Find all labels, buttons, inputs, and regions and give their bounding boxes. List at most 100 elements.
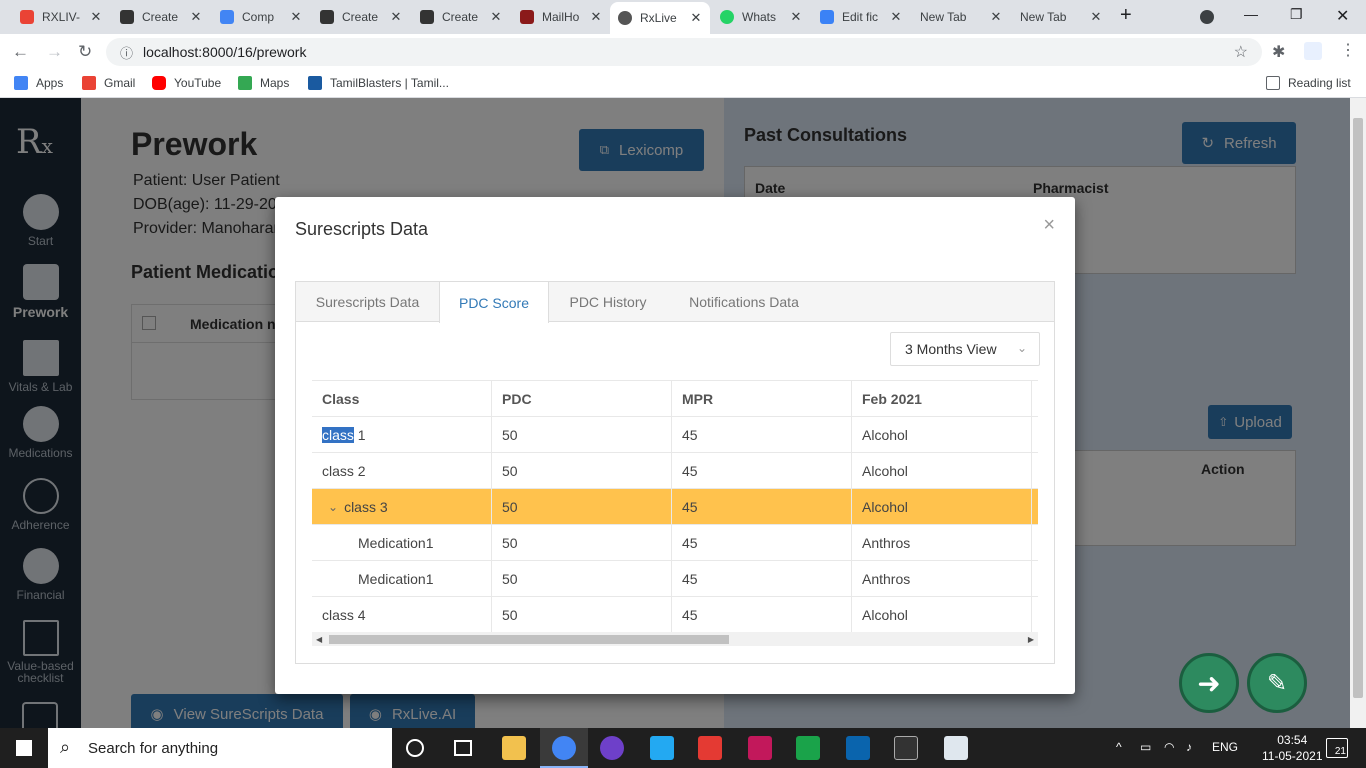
app-window-icon[interactable]: [944, 736, 968, 760]
table-row-child[interactable]: Medication1 50 45 Anthros: [312, 561, 1038, 597]
search-icon: ⌕: [60, 737, 71, 757]
table-row-expanded[interactable]: ⌄ class 3 50 45 Alcohol: [312, 489, 1038, 525]
gmail-icon: [82, 76, 96, 90]
codesandbox-icon: [120, 10, 134, 24]
close-tab-icon[interactable]: ✕: [888, 9, 904, 25]
close-tab-icon[interactable]: ✕: [188, 9, 204, 25]
maps-icon: [238, 76, 252, 90]
close-tab-icon[interactable]: ✕: [88, 9, 104, 25]
close-tab-icon[interactable]: ✕: [788, 9, 804, 25]
back-icon[interactable]: ←: [12, 42, 29, 62]
battery-icon[interactable]: ▭: [1140, 740, 1151, 754]
wifi-icon[interactable]: ◠: [1164, 740, 1174, 754]
feb-cell: Alcohol: [852, 597, 1032, 632]
browser-tab[interactable]: Whats ✕: [712, 4, 810, 30]
minimize-icon[interactable]: —: [1244, 6, 1258, 22]
mailhog-icon: [520, 10, 534, 24]
mpr-cell: 45: [672, 453, 852, 489]
close-tab-icon[interactable]: ✕: [288, 9, 304, 25]
browser-tab-bar: RXLIV- ✕ Create ✕ Comp ✕ Create ✕ Create ✕ Ma…: [0, 0, 1366, 34]
tray-chevron-icon[interactable]: ^: [1116, 740, 1122, 754]
forward-icon[interactable]: →: [46, 42, 63, 62]
chat-icon[interactable]: [796, 736, 820, 760]
extensions-icon[interactable]: ✱: [1272, 42, 1285, 62]
system-clock[interactable]: 03:54 11-05-2021: [1262, 732, 1323, 764]
bookmark-gmail[interactable]: Gmail: [82, 76, 135, 90]
browser-tab[interactable]: New Tab ✕: [912, 4, 1010, 30]
mpr-cell: 45: [672, 489, 852, 525]
scroll-left-icon[interactable]: ◀: [316, 635, 322, 644]
close-tab-icon[interactable]: ✕: [588, 9, 604, 25]
whatsapp-icon: [720, 10, 734, 24]
browser-tab[interactable]: Create ✕: [312, 4, 410, 30]
close-tab-icon[interactable]: ✕: [488, 9, 504, 25]
scrollbar-thumb[interactable]: [329, 635, 729, 644]
reading-list[interactable]: Reading list: [1266, 76, 1351, 90]
language-indicator[interactable]: ENG: [1212, 740, 1238, 754]
outlook-icon[interactable]: [846, 736, 870, 760]
edit-note-icon: ✎: [1266, 669, 1288, 697]
cortana-icon[interactable]: [406, 739, 424, 757]
wamp-icon[interactable]: [748, 736, 772, 760]
close-tab-icon[interactable]: ✕: [388, 9, 404, 25]
bookmark-apps[interactable]: Apps: [14, 76, 63, 90]
file-explorer-icon[interactable]: [502, 736, 526, 760]
close-tab-icon[interactable]: ✕: [688, 10, 704, 26]
bookmark-tamilblasters[interactable]: TamilBlasters | Tamil...: [308, 76, 449, 90]
terminal-icon[interactable]: [894, 736, 918, 760]
close-tab-icon[interactable]: ✕: [1088, 9, 1104, 25]
taskbar-search-input[interactable]: ⌕ Search for anything: [48, 728, 392, 768]
table-row-child[interactable]: Medication1 50 45 Anthros: [312, 525, 1038, 561]
extension-icon[interactable]: [1304, 42, 1322, 60]
modal-tab-bar: Surescripts Data PDC Score PDC History N…: [296, 282, 1054, 323]
github-desktop-icon[interactable]: [600, 736, 624, 760]
table-row[interactable]: class 4 50 45 Alcohol: [312, 597, 1038, 632]
browser-tab[interactable]: Comp ✕: [212, 4, 310, 30]
tab-notifications-data[interactable]: Notifications Data: [667, 282, 821, 322]
next-arrow-button[interactable]: ➜: [1179, 653, 1239, 713]
table-row[interactable]: class 1 50 45 Alcohol: [312, 417, 1038, 453]
task-view-icon[interactable]: [454, 740, 472, 756]
new-tab-icon[interactable]: +: [1120, 4, 1132, 27]
pdc-cell: 50: [492, 597, 672, 632]
git-icon[interactable]: [698, 736, 722, 760]
scroll-right-icon[interactable]: ▶: [1028, 635, 1034, 644]
browser-tab[interactable]: Edit fic ✕: [812, 4, 910, 30]
gmail-icon: [20, 10, 34, 24]
profile-menu-icon[interactable]: [1200, 10, 1214, 24]
bookmark-star-icon[interactable]: ☆: [1234, 42, 1248, 62]
scrollbar-thumb[interactable]: [1353, 118, 1363, 698]
chevron-down-icon[interactable]: ⌄: [328, 500, 338, 514]
browser-tab[interactable]: Create ✕: [112, 4, 210, 30]
menu-icon[interactable]: ⋮: [1340, 40, 1356, 60]
address-input[interactable]: ⓘ localhost:8000/16/prework ☆: [106, 38, 1262, 66]
volume-icon[interactable]: ♪: [1186, 740, 1192, 754]
windows-start-icon[interactable]: [16, 740, 32, 756]
browser-tab[interactable]: RXLIV- ✕: [12, 4, 110, 30]
notes-button[interactable]: ✎: [1247, 653, 1307, 713]
browser-tab-active[interactable]: RxLive ✕: [610, 2, 710, 34]
close-icon[interactable]: ×: [1043, 214, 1055, 237]
view-select[interactable]: 3 Months View ⌄: [890, 332, 1040, 366]
close-tab-icon[interactable]: ✕: [988, 9, 1004, 25]
table-row[interactable]: class 2 50 45 Alcohol: [312, 453, 1038, 489]
browser-tab[interactable]: New Tab ✕: [1012, 4, 1110, 30]
tab-pdc-history[interactable]: PDC History: [549, 282, 667, 322]
table-horizontal-scrollbar[interactable]: ◀ ▶: [312, 632, 1038, 646]
notification-icon[interactable]: 21: [1326, 738, 1348, 758]
page-scrollbar[interactable]: [1350, 98, 1366, 728]
pdc-cell: 50: [492, 561, 672, 597]
vscode-icon[interactable]: [650, 736, 674, 760]
cloud-icon: [820, 10, 834, 24]
class-cell: Medication1: [312, 525, 492, 561]
browser-tab[interactable]: MailHo ✕: [512, 4, 610, 30]
close-window-icon[interactable]: ✕: [1336, 6, 1349, 26]
bookmark-youtube[interactable]: YouTube: [152, 76, 221, 90]
chrome-icon[interactable]: [552, 736, 576, 760]
tab-pdc-score[interactable]: PDC Score: [439, 282, 549, 323]
restore-icon[interactable]: ❐: [1290, 6, 1303, 23]
tab-surescripts-data[interactable]: Surescripts Data: [296, 282, 439, 322]
bookmark-maps[interactable]: Maps: [238, 76, 289, 90]
browser-tab[interactable]: Create ✕: [412, 4, 510, 30]
reload-icon[interactable]: ↻: [78, 42, 92, 62]
